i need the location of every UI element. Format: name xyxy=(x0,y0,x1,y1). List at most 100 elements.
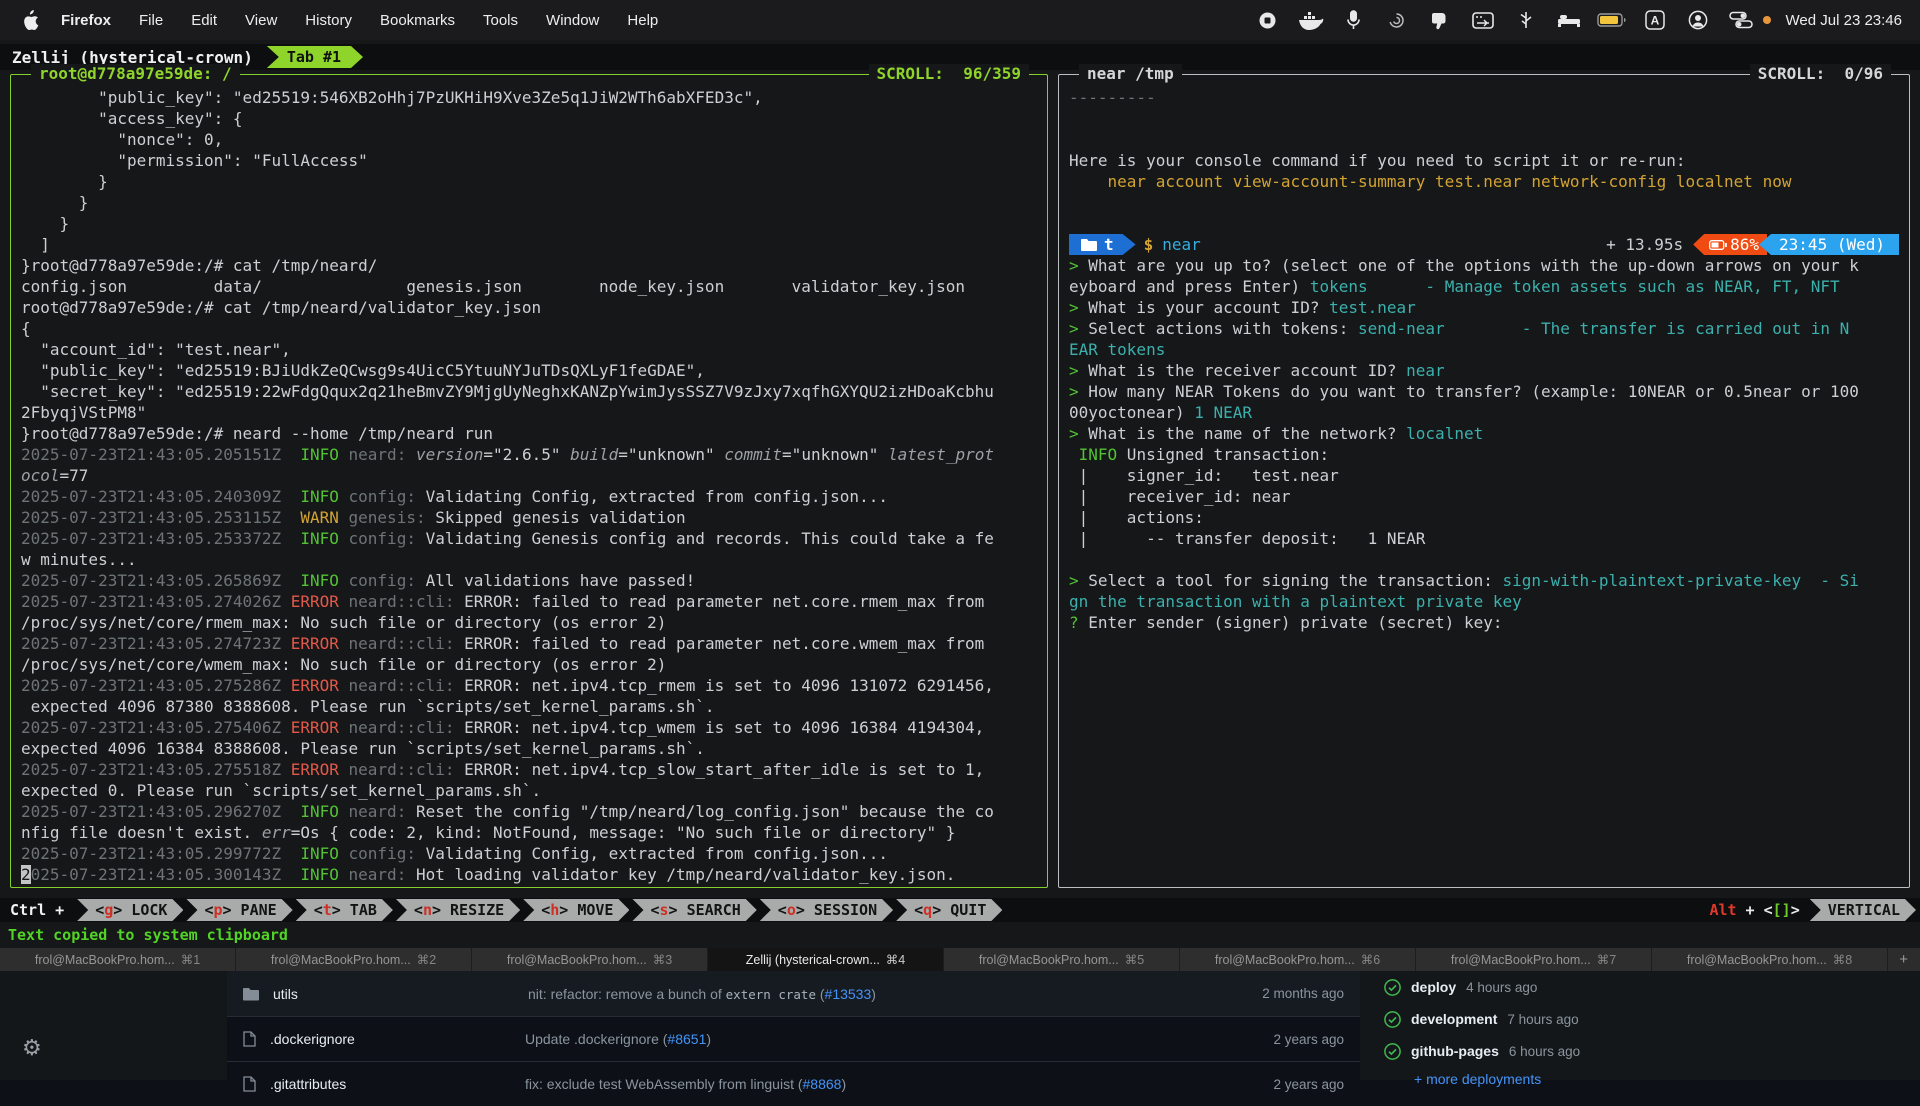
status-segment-session[interactable]: <o> SESSION xyxy=(760,899,893,921)
terminal-window: Zellij (hysterical-crown) Tab #1 root@d7… xyxy=(0,40,1920,948)
menu-item-firefox[interactable]: Firefox xyxy=(47,12,125,29)
terminal-line: 2025-07-23T21:43:05.296270Z INFO neard: … xyxy=(21,801,1037,822)
terminal-line: }root@d778a97e59de:/# neard --home /tmp/… xyxy=(21,423,1037,444)
tab-shortcut: ⌘8 xyxy=(1833,952,1852,967)
tab-shortcut: ⌘5 xyxy=(1125,952,1144,967)
branch-icon[interactable] xyxy=(1509,8,1543,32)
file-name[interactable]: .dockerignore xyxy=(270,1031,525,1047)
zellij-tab-badge[interactable]: Tab #1 xyxy=(267,46,363,68)
menu-item-window[interactable]: Window xyxy=(532,12,613,29)
pr-link[interactable]: #13533 xyxy=(825,986,872,1002)
background-webpage: ⚙ utilsnit: refactor: remove a bunch of … xyxy=(0,971,1920,1080)
file-row[interactable]: .dockerignoreUpdate .dockerignore (#8651… xyxy=(227,1016,1360,1061)
menu-item-edit[interactable]: Edit xyxy=(177,12,231,29)
angle-open: < xyxy=(1764,901,1773,919)
deployment-row[interactable]: development7 hours ago xyxy=(1384,1003,1714,1035)
terminal-tab-5[interactable]: frol@MacBookPro.hom...⌘5 xyxy=(944,948,1180,971)
apple-menu-icon[interactable] xyxy=(22,10,39,30)
alt-key-hint: Alt xyxy=(1709,901,1736,919)
file-row[interactable]: utilsnit: refactor: remove a bunch of ex… xyxy=(227,971,1360,1016)
prompt-command: near xyxy=(1162,235,1201,254)
toggles-icon[interactable] xyxy=(1724,8,1758,32)
battery-icon[interactable] xyxy=(1595,8,1629,32)
prompt-dollar: $ xyxy=(1144,235,1154,254)
terminal-line: 2025-07-23T21:43:05.253372Z INFO config:… xyxy=(21,528,1037,549)
terminal-line: 2025-07-23T21:43:05.274026Z ERROR neard:… xyxy=(21,591,1037,612)
deployment-row[interactable]: deploy4 hours ago xyxy=(1384,971,1714,1003)
terminal-tab-6[interactable]: frol@MacBookPro.hom...⌘6 xyxy=(1180,948,1416,971)
terminal-line: root@d778a97e59de:/# cat /tmp/neard/vali… xyxy=(21,297,1037,318)
battery-segment: 86% xyxy=(1693,234,1767,255)
status-segment-pane[interactable]: <p> PANE xyxy=(186,899,292,921)
tab-shortcut: ⌘2 xyxy=(417,952,436,967)
terminal-line xyxy=(1069,192,1899,213)
terminal-tab-4[interactable]: Zellij (hysterical-crown...⌘4 xyxy=(708,948,944,971)
check-icon xyxy=(1384,1011,1401,1028)
terminal-line: "nonce": 0, xyxy=(21,129,1037,150)
terminal-line xyxy=(1069,129,1899,150)
spiral-icon[interactable] xyxy=(1380,8,1414,32)
deployment-name[interactable]: github-pages xyxy=(1411,1043,1499,1059)
status-segment-lock[interactable]: <g> LOCK xyxy=(77,899,183,921)
pr-link[interactable]: #8868 xyxy=(803,1076,842,1092)
prompt-directory: t xyxy=(1104,235,1114,254)
deployment-name[interactable]: development xyxy=(1411,1011,1497,1027)
status-segment-tab[interactable]: <t> TAB xyxy=(296,899,393,921)
terminal-tab-7[interactable]: frol@MacBookPro.hom...⌘7 xyxy=(1416,948,1652,971)
left-terminal-pane[interactable]: root@d778a97e59de: / SCROLL: 96/359 "pub… xyxy=(10,74,1048,888)
terminal-line: 2025-07-23T21:43:05.265869Z INFO config:… xyxy=(21,570,1037,591)
hand-down-icon[interactable] xyxy=(1423,8,1457,32)
deployment-name[interactable]: deploy xyxy=(1411,979,1456,995)
file-name[interactable]: .gitattributes xyxy=(270,1076,525,1092)
terminal-line: Here is your console command if you need… xyxy=(1069,150,1899,171)
deployment-row[interactable]: github-pages6 hours ago xyxy=(1384,1035,1714,1067)
menu-item-history[interactable]: History xyxy=(291,12,366,29)
docker-icon[interactable] xyxy=(1294,8,1328,32)
terminal-tab-8[interactable]: frol@MacBookPro.hom...⌘8 xyxy=(1652,948,1888,971)
menu-item-view[interactable]: View xyxy=(231,12,291,29)
account-icon[interactable] xyxy=(1681,8,1715,32)
terminal-line: near account view-account-summary test.n… xyxy=(1069,171,1899,192)
commit-message: fix: exclude test WebAssembly from lingu… xyxy=(525,1076,1261,1092)
terminal-tab-3[interactable]: frol@MacBookPro.hom...⌘3 xyxy=(472,948,708,971)
terminal-tab-1[interactable]: frol@MacBookPro.hom...⌘1 xyxy=(0,948,236,971)
terminal-tab-2[interactable]: frol@MacBookPro.hom...⌘2 xyxy=(236,948,472,971)
time-segment: 23:45 (Wed) xyxy=(1759,234,1899,255)
zellij-status-bar: Ctrl + <g> LOCK<p> PANE<t> TAB<n> RESIZE… xyxy=(0,898,1920,922)
terminal-line xyxy=(1069,549,1899,570)
status-segment-resize[interactable]: <n> RESIZE xyxy=(396,899,520,921)
input-source-icon[interactable]: A xyxy=(1638,8,1672,32)
menu-clock[interactable]: Wed Jul 23 23:46 xyxy=(1786,12,1902,29)
microphone-icon[interactable] xyxy=(1337,8,1371,32)
pr-link[interactable]: #8651 xyxy=(667,1031,706,1047)
terminal-line: ] xyxy=(21,234,1037,255)
file-name[interactable]: utils xyxy=(273,986,528,1002)
new-tab-button[interactable]: + xyxy=(1888,948,1920,971)
menu-item-tools[interactable]: Tools xyxy=(469,12,532,29)
right-terminal-pane[interactable]: near /tmp SCROLL: 0/96 ---------Here is … xyxy=(1058,74,1910,888)
terminal-line: 00yoctonear) 1 NEAR xyxy=(1069,402,1899,423)
key-hint: p xyxy=(213,901,222,919)
file-row[interactable]: .gitattributesfix: exclude test WebAssem… xyxy=(227,1061,1360,1106)
layout-mode-ribbon[interactable]: VERTICAL xyxy=(1810,899,1916,921)
status-segment-move[interactable]: <h> MOVE xyxy=(523,899,629,921)
record-icon[interactable] xyxy=(1251,8,1285,32)
commit-age: 2 years ago xyxy=(1273,1077,1344,1092)
gear-icon[interactable]: ⚙ xyxy=(22,1035,42,1061)
menu-item-file[interactable]: File xyxy=(125,12,177,29)
bed-icon[interactable] xyxy=(1552,8,1586,32)
terminal-line: gn the transaction with a plaintext priv… xyxy=(1069,591,1899,612)
tab-label: frol@MacBookPro.hom... xyxy=(35,953,175,967)
menu-item-help[interactable]: Help xyxy=(613,12,672,29)
key-hint: n xyxy=(423,901,432,919)
status-segment-quit[interactable]: <q> QUIT xyxy=(896,899,1002,921)
terminal-tab-bar: frol@MacBookPro.hom...⌘1frol@MacBookPro.… xyxy=(0,948,1920,971)
terminal-line: expected 4096 87380 8388608. Please run … xyxy=(21,696,1037,717)
menu-item-bookmarks[interactable]: Bookmarks xyxy=(366,12,469,29)
angle-close: > xyxy=(1791,901,1800,919)
display-arrows-icon[interactable] xyxy=(1466,8,1500,32)
more-deployments-link[interactable]: + more deployments xyxy=(1414,1071,1714,1087)
terminal-line: } xyxy=(21,171,1037,192)
terminal-line xyxy=(1069,108,1899,129)
status-segment-search[interactable]: <s> SEARCH xyxy=(632,899,756,921)
